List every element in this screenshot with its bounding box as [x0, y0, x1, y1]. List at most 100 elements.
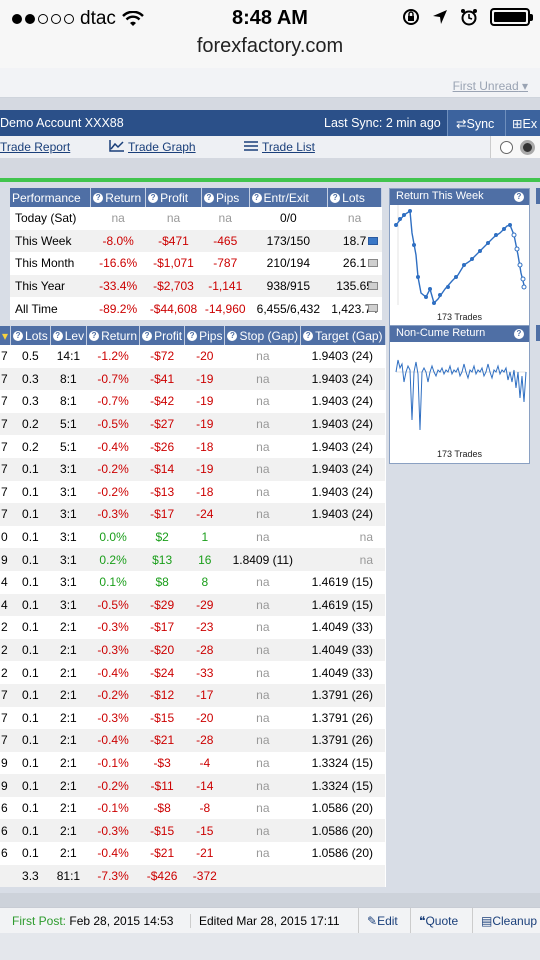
help-icon: ?	[89, 331, 100, 342]
trade-count: 173 Trades	[436, 449, 483, 459]
table-row[interactable]: 7 0.2 5:1 -0.4% -$26 -18 na 1.9403 (24)	[0, 435, 385, 458]
table-row[interactable]: 4 0.1 3:1 0.1% $8 8 na 1.4619 (15)	[0, 571, 385, 594]
performance-row[interactable]: Today (Sat) na na na 0/0 na	[10, 207, 382, 230]
page-bottom	[0, 933, 540, 960]
non-cume-return-chart	[395, 359, 527, 431]
info-icon[interactable]	[500, 141, 513, 154]
location-icon	[433, 10, 447, 24]
trades-header-0[interactable]: ? Lots	[10, 326, 51, 345]
ios-status-bar: dtac 8:48 AM forexfactory.com	[0, 0, 540, 68]
tab-trade-list[interactable]: Trade List	[262, 140, 315, 154]
performance-row[interactable]: This Month -16.6% -$1,071 -787 210/194 26.1	[10, 252, 382, 275]
table-row[interactable]: 7 0.1 2:1 -0.3% -$15 -20 na 1.3791 (26)	[0, 707, 385, 730]
table-row[interactable]: 7 0.1 2:1 -0.4% -$21 -28 na 1.3791 (26)	[0, 729, 386, 752]
perf-header-3[interactable]: ? Pips	[201, 188, 250, 207]
table-row[interactable]: 7 0.2 5:1 -0.5% -$27 -19 na 1.9403 (24)	[0, 412, 386, 436]
trade-cell: 0.1	[22, 665, 39, 680]
battery-icon	[490, 8, 533, 26]
trade-cell: 1.4049 (33)	[311, 665, 374, 680]
trades-header-2[interactable]: ? Return	[86, 326, 141, 345]
trades-header-1[interactable]: ? Lev	[50, 326, 88, 345]
table-row[interactable]: 2 0.1 2:1 -0.3% -$17 -23 na 1.4049 (33)	[0, 616, 385, 639]
perf-header-1[interactable]: ? Return	[90, 188, 147, 207]
help-icon: ?	[148, 193, 159, 204]
trade-cell: -$13	[150, 484, 175, 499]
tab-trade-report[interactable]: Trade Report	[0, 140, 70, 154]
table-row[interactable]: 7 0.3 8:1 -0.7% -$42 -19 na 1.9403 (24)	[0, 390, 385, 413]
trade-cell: 4	[0, 593, 11, 617]
perf-header-2[interactable]: ? Profit	[145, 188, 202, 207]
trade-cell: -$26	[150, 439, 175, 454]
totals-row[interactable]: 3.3 81:1 -7.3% -$426 -372	[0, 864, 386, 888]
table-row[interactable]: 2 0.1 2:1 -0.3% -$20 -28 na 1.4049 (33)	[0, 638, 386, 662]
performance-row[interactable]: This Week -8.0% -$471 -465 173/150 18.7	[10, 229, 382, 253]
calendar-icon[interactable]	[367, 281, 378, 290]
trade-cell: 9	[0, 548, 11, 571]
help-icon: ?	[93, 193, 104, 204]
table-row[interactable]: 6 0.1 2:1 -0.4% -$21 -21 na 1.0586 (20)	[0, 842, 385, 865]
trade-cell: 7	[1, 439, 8, 454]
trade-cell: -19	[184, 412, 225, 436]
help-icon[interactable]: ?	[514, 329, 524, 339]
trade-cell: na	[224, 457, 301, 481]
table-row[interactable]: 2 0.1 2:1 -0.4% -$24 -33 na 1.4049 (33)	[0, 661, 385, 684]
trade-cell: -$14	[139, 457, 185, 481]
table-row[interactable]: 9 0.1 2:1 -0.1% -$3 -4 na 1.3324 (15)	[0, 752, 385, 775]
edit-button[interactable]: ✎Edit	[358, 908, 410, 934]
trade-cell: $13	[139, 548, 185, 571]
trades-header-6[interactable]: ? Target (Gap)	[300, 326, 386, 345]
address-bar-url[interactable]: forexfactory.com	[0, 35, 540, 58]
performance-row[interactable]: All Time -89.2% -$44,608 -14,960 6,455/6,432…	[10, 297, 382, 320]
calendar-icon[interactable]	[367, 259, 378, 268]
tab-trade-graph[interactable]: Trade Graph	[128, 140, 196, 154]
table-row[interactable]: 7 0.3 8:1 -0.7% -$41 -19 na 1.9403 (24)	[0, 367, 386, 391]
perf-header-4[interactable]: ? Entr/Exit	[249, 188, 329, 207]
trade-cell: -0.3%	[86, 503, 140, 526]
non-cume-return-panel: Non-Cume Return? 173 Trades	[389, 325, 530, 464]
perf-header-5[interactable]: ? Lots	[327, 188, 382, 207]
trade-cell: 9	[1, 755, 8, 770]
sync-button[interactable]: ⇄Sync	[447, 110, 505, 136]
trade-cell: -29	[184, 593, 225, 617]
performance-row[interactable]: This Year -33.4% -$2,703 -1,141 938/915 135.6…	[10, 274, 382, 298]
export-button[interactable]: ⊞Ex	[505, 110, 540, 136]
trade-cell: 0.1%	[99, 575, 127, 590]
settings-icon[interactable]	[520, 140, 535, 155]
quote-button[interactable]: ❝Quote	[410, 908, 472, 934]
table-row[interactable]: 7 0.1 3:1 -0.2% -$13 -18 na 1.9403 (24)	[0, 481, 385, 504]
trades-header-5[interactable]: ? Stop (Gap)	[224, 326, 302, 345]
trade-cell: na	[256, 755, 270, 770]
trade-cell: 3:1	[50, 593, 87, 617]
trade-cell: na	[256, 349, 270, 364]
table-row[interactable]: 0 0.1 3:1 0.0% $2 1 na na	[0, 526, 385, 549]
table-row[interactable]: 7 0.1 2:1 -0.2% -$12 -17 na 1.3791 (26)	[0, 683, 386, 707]
table-row[interactable]: 6 0.1 2:1 -0.3% -$15 -15 na 1.0586 (20)	[0, 819, 386, 843]
trade-cell: 2:1	[60, 801, 77, 816]
table-row[interactable]: 4 0.1 3:1 -0.5% -$29 -29 na 1.4619 (15)	[0, 593, 386, 617]
table-row[interactable]: 6 0.1 2:1 -0.1% -$8 -8 na 1.0586 (20)	[0, 797, 385, 820]
perf-header-0[interactable]: Performance	[10, 188, 92, 207]
calendar-icon[interactable]	[367, 236, 378, 245]
sort-icon[interactable]: ▾	[0, 326, 12, 345]
trade-cell: $2	[155, 530, 169, 545]
table-row[interactable]: 7 0.1 3:1 -0.3% -$17 -24 na 1.9403 (24)	[0, 503, 386, 526]
calendar-icon[interactable]	[367, 304, 378, 313]
trade-cell: na	[256, 439, 270, 454]
view-tools	[490, 136, 540, 158]
trade-cell	[300, 864, 386, 888]
trade-cell: -0.4%	[97, 439, 129, 454]
trade-cell: 0.0%	[99, 530, 127, 545]
trades-header-4[interactable]: ? Pips	[184, 326, 226, 345]
first-unread-link[interactable]: First Unread ▾	[453, 79, 528, 93]
table-row[interactable]: 7 0.5 14:1 -1.2% -$72 -20 na 1.9403 (24)	[0, 345, 385, 368]
trade-cell: 1.0586 (20)	[311, 801, 374, 816]
table-row[interactable]: 9 0.1 2:1 -0.2% -$11 -14 na 1.3324 (15)	[0, 774, 386, 797]
trade-cell: 1.9403 (24)	[311, 439, 374, 454]
perf-cell-entr_exit: 210/194	[266, 256, 311, 271]
help-icon[interactable]: ?	[514, 192, 524, 202]
table-row[interactable]: 9 0.1 3:1 0.2% $13 16 1.8409 (11) na	[0, 548, 386, 571]
trades-header-3[interactable]: ? Profit	[139, 326, 186, 345]
cleanup-button[interactable]: ▤Cleanup	[472, 908, 540, 934]
table-row[interactable]: 7 0.1 3:1 -0.2% -$14 -19 na 1.9403 (24)	[0, 457, 386, 481]
trade-cell: -$15	[150, 710, 175, 725]
